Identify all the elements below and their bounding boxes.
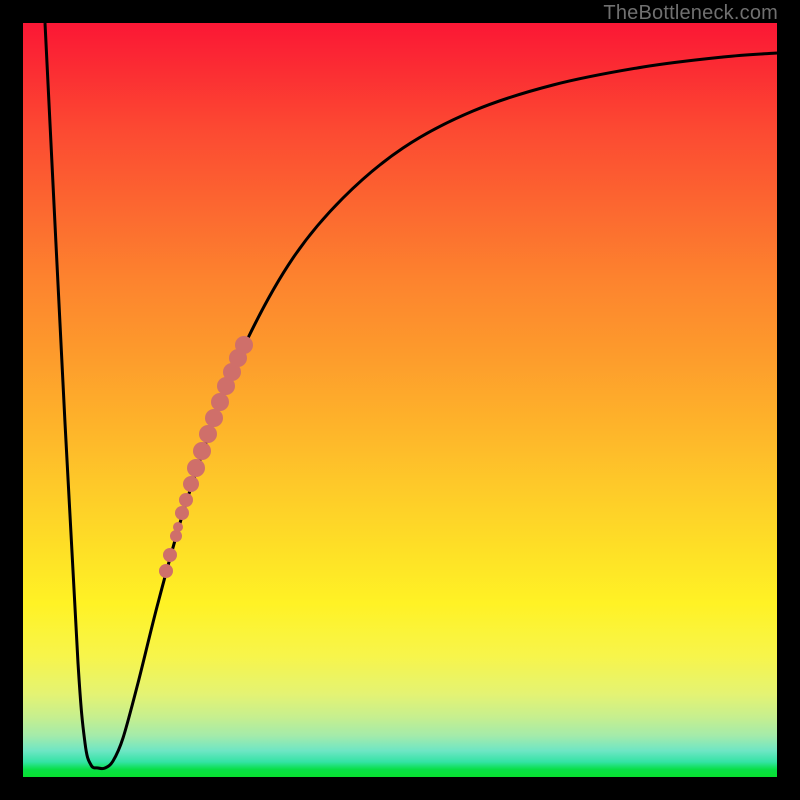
plot-area bbox=[23, 23, 777, 777]
scatter-dot bbox=[159, 564, 173, 578]
chart-stage: TheBottleneck.com bbox=[0, 0, 800, 800]
scatter-dot bbox=[179, 493, 193, 507]
watermark-text: TheBottleneck.com bbox=[603, 2, 778, 25]
main-curve bbox=[45, 23, 777, 769]
chart-svg bbox=[23, 23, 777, 777]
scatter-dot bbox=[183, 476, 199, 492]
scatter-dot bbox=[199, 425, 217, 443]
scatter-dot bbox=[163, 548, 177, 562]
scatter-dot bbox=[205, 409, 223, 427]
scatter-dot bbox=[175, 506, 189, 520]
scatter-dot bbox=[211, 393, 229, 411]
scatter-dot bbox=[235, 336, 253, 354]
scatter-dot bbox=[187, 459, 205, 477]
scatter-dot bbox=[193, 442, 211, 460]
scatter-dot bbox=[170, 530, 182, 542]
scatter-dot bbox=[173, 522, 183, 532]
